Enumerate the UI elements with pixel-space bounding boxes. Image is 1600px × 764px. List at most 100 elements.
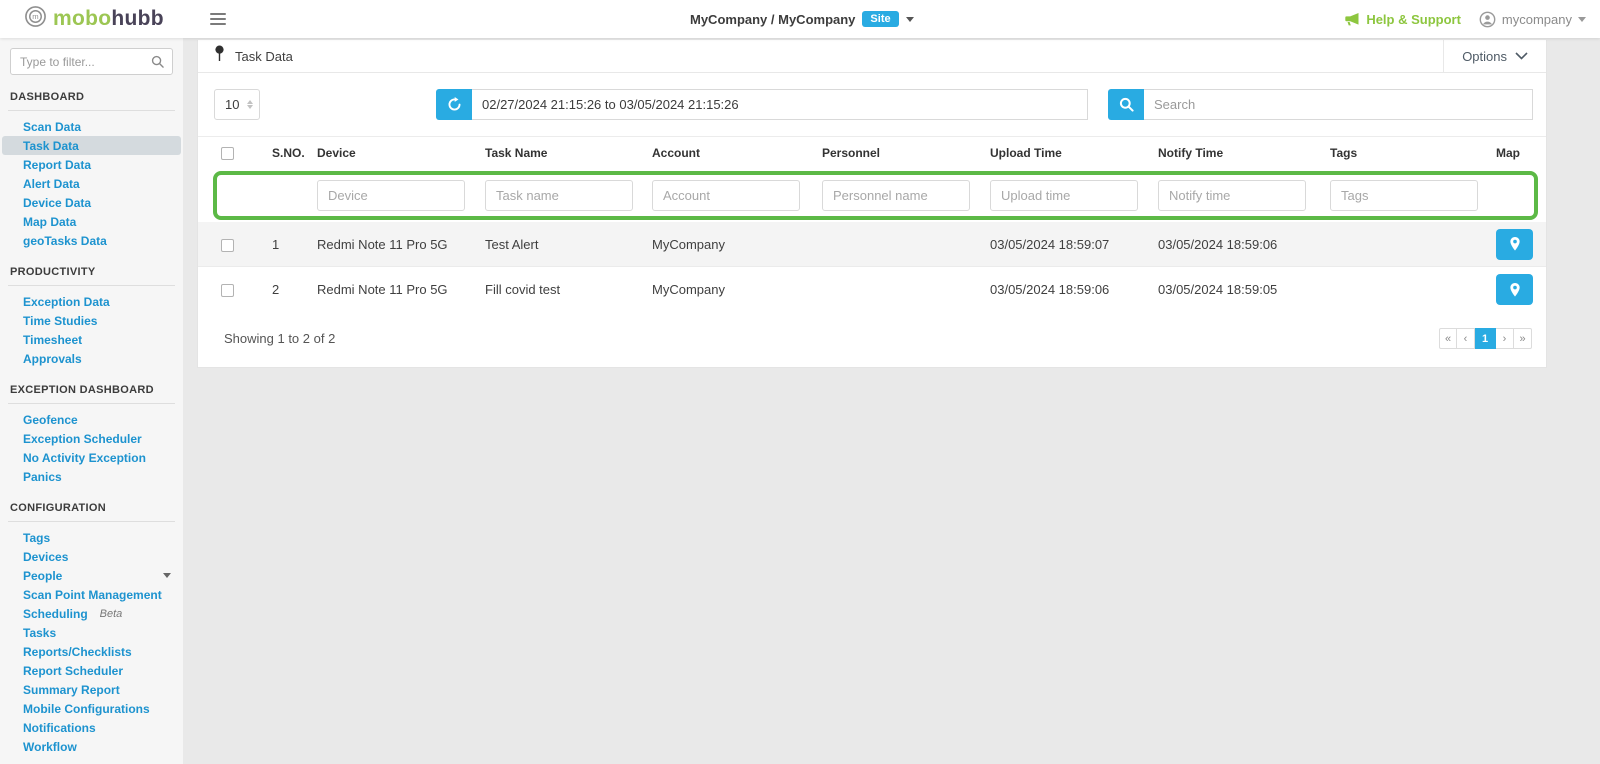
sidebar-item-report-scheduler[interactable]: Report Scheduler [2,661,181,680]
sidebar-item-label: Timesheet [23,333,82,347]
user-menu[interactable]: mycompany [1479,11,1586,28]
sidebar-item-report-data[interactable]: Report Data [2,155,181,174]
filter-notify-time-input[interactable] [1158,180,1306,211]
sidebar-item-geofence[interactable]: Geofence [2,410,181,429]
map-button[interactable] [1496,274,1533,305]
main-panel: Task Data Options 10 [197,40,1547,368]
sidebar-item-workflow[interactable]: Workflow [2,737,181,756]
select-all-checkbox[interactable] [221,147,234,160]
filter-tags-input[interactable] [1330,180,1478,211]
row-checkbox[interactable] [221,239,234,252]
sidebar-item-scan-data[interactable]: Scan Data [2,117,181,136]
sidebar-nav: DASHBOARD Scan Data Task Data Report Dat… [0,91,183,756]
cell-task-name: Test Alert [469,237,636,252]
page-size-select[interactable]: 10 [214,89,260,120]
search-icon [151,55,164,73]
sidebar-item-notifications[interactable]: Notifications [2,718,181,737]
sidebar-item-device-data[interactable]: Device Data [2,193,181,212]
sidebar-item-exception-scheduler[interactable]: Exception Scheduler [2,429,181,448]
sidebar-item-panics[interactable]: Panics [2,467,181,486]
column-header-account: Account [636,146,806,160]
sidebar-item-approvals[interactable]: Approvals [2,349,181,368]
search-button[interactable] [1108,89,1144,120]
pagination-button[interactable]: » [1514,328,1532,349]
cell-device: Redmi Note 11 Pro 5G [301,237,469,252]
pagination-button[interactable]: 1 [1475,328,1496,349]
cell-device: Redmi Note 11 Pro 5G [301,282,469,297]
section-items: Exception Data Time Studies Timesheet Ap… [0,292,183,368]
sidebar-item-label: Scan Data [23,120,81,134]
cell-upload-time: 03/05/2024 18:59:06 [974,282,1142,297]
app-logo: m mobohubb [0,5,164,33]
pagination-button[interactable]: « [1439,328,1457,349]
sidebar-item-map-data[interactable]: Map Data [2,212,181,231]
cell-account: MyCompany [636,282,806,297]
sidebar-item-label: Exception Data [23,295,110,309]
row-checkbox[interactable] [221,284,234,297]
sidebar-item-tags[interactable]: Tags [2,528,181,547]
sidebar-item-label: No Activity Exception [23,451,146,465]
divider [8,110,175,111]
sidebar-item-exception-data[interactable]: Exception Data [2,292,181,311]
map-pin-icon [1508,236,1522,252]
table-header: S.NO. Device Task Name Account Personnel… [198,136,1546,169]
filter-account-input[interactable] [652,180,800,211]
search-input[interactable] [1144,89,1533,120]
date-range-input[interactable] [472,89,1088,120]
sidebar-item-label: Alert Data [23,177,80,191]
sidebar-item-label: Notifications [23,721,96,735]
sidebar-item-label: Exception Scheduler [23,432,142,446]
sidebar-item-alert-data[interactable]: Alert Data [2,174,181,193]
site-badge: Site [862,11,898,27]
sidebar-item-label: Geofence [23,413,78,427]
search-icon [1119,97,1134,112]
sidebar-item-tasks[interactable]: Tasks [2,623,181,642]
sidebar-item-label: Scheduling [23,607,88,621]
logo-icon: m [24,5,47,33]
sidebar-item-task-data[interactable]: Task Data [2,136,181,155]
pagination-button[interactable]: › [1496,328,1514,349]
filter-device-input[interactable] [317,180,465,211]
pin-icon [214,45,225,67]
filter-personnel-input[interactable] [822,180,970,211]
menu-toggle-icon[interactable] [210,13,226,25]
pagination-button[interactable]: ‹ [1457,328,1475,349]
sidebar-section: DASHBOARD Scan Data Task Data Report Dat… [0,91,183,250]
sidebar-item-mobile-configurations[interactable]: Mobile Configurations [2,699,181,718]
column-header-tags: Tags [1314,146,1480,160]
page-size-value: 10 [215,97,239,112]
page-title: Task Data [235,49,293,64]
company-switcher[interactable]: MyCompany / MyCompany Site [690,0,914,38]
sidebar-item-time-studies[interactable]: Time Studies [2,311,181,330]
filter-task-name-input[interactable] [485,180,633,211]
sidebar-filter-input[interactable] [10,48,173,75]
cell-notify-time: 03/05/2024 18:59:05 [1142,282,1314,297]
spinner-icon [247,100,253,109]
help-support-label: Help & Support [1366,12,1461,27]
section-items: Geofence Exception Scheduler No Activity… [0,410,183,486]
sidebar-item-label: Panics [23,470,62,484]
sidebar-item-devices[interactable]: Devices [2,547,181,566]
map-button[interactable] [1496,229,1533,260]
chevron-down-icon [1578,17,1586,22]
options-button[interactable]: Options [1443,40,1546,72]
sidebar-item-timesheet[interactable]: Timesheet [2,330,181,349]
help-support-link[interactable]: Help & Support [1344,12,1461,27]
beta-badge: Beta [100,608,123,620]
sidebar-item-reports-checklists[interactable]: Reports/Checklists [2,642,181,661]
sidebar-item-geotasks-data[interactable]: geoTasks Data [2,231,181,250]
filter-upload-time-input[interactable] [990,180,1138,211]
cell-task-name: Fill covid test [469,282,636,297]
refresh-button[interactable] [436,89,472,120]
sidebar-item-label: Tasks [23,626,56,640]
sidebar-item-scheduling[interactable]: Scheduling Beta [2,604,181,623]
sidebar-item-label: Summary Report [23,683,120,697]
sidebar-item-people[interactable]: People [2,566,181,585]
pagination: « ‹ 1 › » [1439,328,1532,349]
sidebar-item-label: Scan Point Management [23,588,162,602]
sidebar-item-summary-report[interactable]: Summary Report [2,680,181,699]
sidebar-item-scan-point-management[interactable]: Scan Point Management [2,585,181,604]
top-bar: m mobohubb MyCompany / MyCompany Site He… [0,0,1600,38]
sidebar-item-no-activity-exception[interactable]: No Activity Exception [2,448,181,467]
filter-row-highlight [213,171,1538,220]
